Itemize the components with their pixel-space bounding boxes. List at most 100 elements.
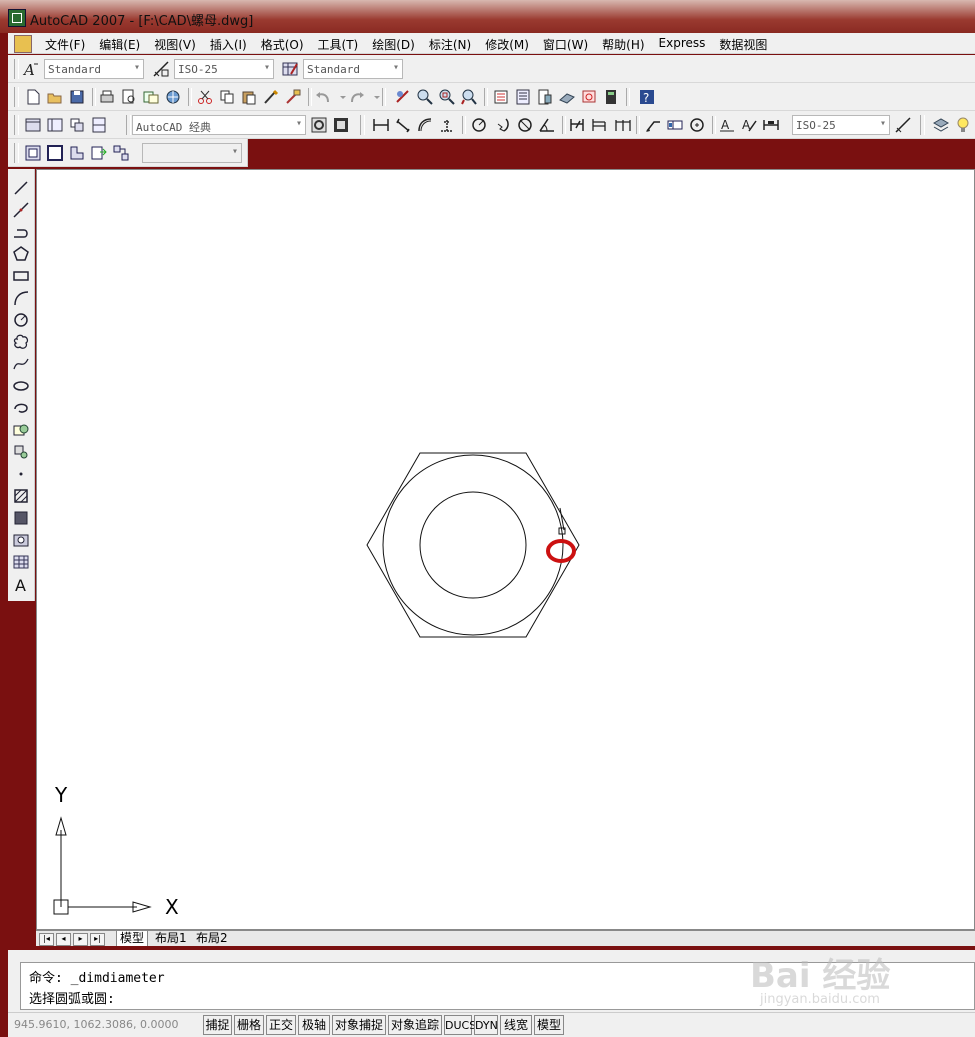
next-tab-icon[interactable]: ▸ [73,933,88,946]
revision-cloud-icon[interactable] [12,333,30,351]
workspace-select[interactable]: AutoCAD 经典 [132,115,306,135]
angular-dimension-icon[interactable] [538,116,556,134]
calculator-icon[interactable] [602,88,620,106]
nut-drawing[interactable] [366,452,580,638]
dyn-button[interactable]: DYN [474,1015,498,1035]
zoom-previous-icon[interactable] [460,88,478,106]
copy-icon[interactable] [218,88,236,106]
grid-button[interactable]: 栅格 [234,1015,264,1035]
radius-dimension-icon[interactable] [470,116,488,134]
autocad-app-icon[interactable] [8,9,26,27]
toolbar-grip[interactable] [14,143,19,163]
baseline-dimension-icon[interactable] [590,116,608,134]
ellipse-icon[interactable] [12,377,30,395]
publish-icon[interactable] [142,88,160,106]
menu-edit[interactable]: 编辑(E) [92,36,147,53]
otrack-button[interactable]: 对象追踪 [388,1015,442,1035]
dimension-style-manager-icon[interactable] [894,116,912,134]
menu-format[interactable]: 格式(O) [254,36,311,53]
workspace-icon-4[interactable] [90,116,108,134]
sheet-set-icon[interactable] [558,88,576,106]
region-icon[interactable] [12,531,30,549]
save-icon[interactable] [68,88,86,106]
tool-palettes-icon[interactable] [536,88,554,106]
insert-block-icon[interactable] [12,421,30,439]
undo-dropdown-icon[interactable] [334,88,346,106]
last-tab-icon[interactable]: ▸| [90,933,105,946]
layer-manager-icon[interactable] [932,116,950,134]
tab-layout2[interactable]: 布局2 [193,931,231,946]
table-style-select[interactable]: Standard [303,59,403,79]
layer-icon-2[interactable] [46,144,64,162]
lineweight-button[interactable]: 线宽 [500,1015,532,1035]
continue-dimension-icon[interactable] [614,116,632,134]
menu-view[interactable]: 视图(V) [147,36,203,53]
tolerance-icon[interactable] [666,116,684,134]
menu-modify[interactable]: 修改(M) [478,36,536,53]
hexagon-outline[interactable] [366,452,580,638]
diameter-dimension-icon[interactable] [516,116,534,134]
snap-button[interactable]: 捕捉 [203,1015,232,1035]
quick-dimension-icon[interactable] [568,116,586,134]
ordinate-dimension-icon[interactable] [438,116,456,134]
jogged-dimension-icon[interactable] [494,116,512,134]
osnap-button[interactable]: 对象捕捉 [332,1015,386,1035]
document-icon[interactable] [14,35,32,53]
arc-icon[interactable] [12,289,30,307]
polyline-icon[interactable] [12,223,30,241]
tab-layout1[interactable]: 布局1 [152,931,190,946]
toolbar-grip[interactable] [14,115,19,135]
dimension-update-icon[interactable] [762,116,780,134]
make-block-icon[interactable] [12,443,30,461]
arc-length-icon[interactable] [416,116,434,134]
menu-help[interactable]: 帮助(H) [595,36,651,53]
ortho-button[interactable]: 正交 [266,1015,296,1035]
layer-select[interactable] [142,143,242,163]
lightbulb-icon[interactable] [954,116,972,134]
rectangle-icon[interactable] [12,267,30,285]
new-file-icon[interactable] [24,88,42,106]
table-style-icon[interactable] [281,60,299,78]
model-button[interactable]: 模型 [534,1015,564,1035]
gradient-icon[interactable] [12,509,30,527]
prev-tab-icon[interactable]: ◂ [56,933,71,946]
markup-icon[interactable] [580,88,598,106]
tab-model[interactable]: 模型 [116,931,149,946]
properties-icon[interactable] [492,88,510,106]
circle-icon[interactable] [12,311,30,329]
point-icon[interactable] [12,465,30,483]
ducs-button[interactable]: DUCS [444,1015,476,1035]
workspace-icon-3[interactable] [68,116,86,134]
quick-leader-icon[interactable] [644,116,662,134]
menu-dataview[interactable]: 数据视图 [712,36,774,53]
menu-file[interactable]: 文件(F) [38,36,92,53]
menu-express[interactable]: Express [652,36,713,53]
polar-button[interactable]: 极轴 [298,1015,330,1035]
menu-tools[interactable]: 工具(T) [311,36,366,53]
paste-icon[interactable] [240,88,258,106]
dimension-text-edit-icon[interactable]: A [740,116,758,134]
plot-icon[interactable] [98,88,116,106]
undo-icon[interactable] [314,88,332,106]
zoom-realtime-icon[interactable] [416,88,434,106]
text-style-select[interactable]: Standard [44,59,144,79]
center-mark-icon[interactable] [688,116,706,134]
ellipse-arc-icon[interactable] [12,399,30,417]
toolbar-grip[interactable] [14,87,19,107]
workspace-icon-1[interactable] [24,116,42,134]
redo-dropdown-icon[interactable] [368,88,380,106]
toolbar-grip[interactable] [126,115,131,135]
open-file-icon[interactable] [46,88,64,106]
polygon-icon[interactable] [12,245,30,263]
toolbar-grip[interactable] [14,59,19,79]
toolbar-grip[interactable] [360,115,365,135]
construction-line-icon[interactable] [12,201,30,219]
dimension-style-select[interactable]: ISO-25 [792,115,890,135]
dim-style-icon[interactable] [152,60,170,78]
spline-icon[interactable] [12,355,30,373]
inner-circle[interactable] [419,491,527,599]
globe-icon[interactable] [164,88,182,106]
plot-preview-icon[interactable] [120,88,138,106]
dimension-edit-icon[interactable]: A [718,116,736,134]
line-icon[interactable] [12,179,30,197]
